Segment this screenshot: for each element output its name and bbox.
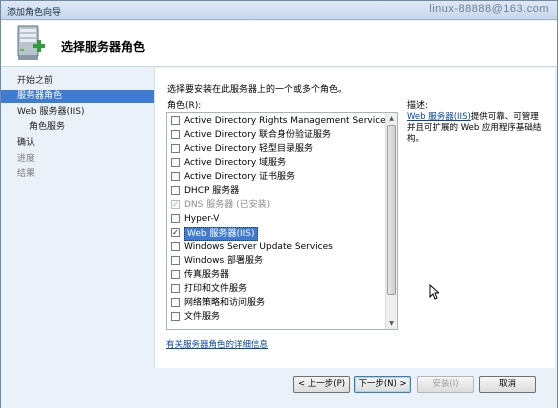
nav-step-server-roles[interactable]: 服务器角色: [1, 90, 154, 103]
role-label-selected: Web 服务器(IIS): [184, 227, 258, 241]
description-link[interactable]: Web 服务器(IIS): [407, 112, 471, 122]
role-checkbox[interactable]: [171, 186, 180, 195]
role-row-fax[interactable]: 传真服务器: [167, 268, 385, 282]
watermark-text: linux-88888@163.com: [429, 3, 549, 15]
nav-step-before-you-begin[interactable]: 开始之前: [1, 75, 154, 88]
role-row-ad-cs[interactable]: Active Directory 证书服务: [167, 170, 385, 184]
nav-step-web-server[interactable]: Web 服务器(IIS): [1, 106, 154, 119]
page-title: 选择服务器角色: [61, 40, 146, 54]
role-label: DNS 服务器 (已安装): [184, 200, 271, 210]
roles-scrollbar[interactable]: ▲ ▼: [385, 113, 397, 329]
main-content: 选择要安装在此服务器上的一个或多个角色。 角色(R): Active Direc…: [154, 68, 555, 368]
instruction-text: 选择要安装在此服务器上的一个或多个角色。: [167, 85, 348, 95]
role-row-dhcp[interactable]: DHCP 服务器: [167, 184, 385, 198]
role-row-ad-lds[interactable]: Active Directory 轻型目录服务: [167, 142, 385, 156]
role-checkbox[interactable]: [171, 130, 180, 139]
install-button[interactable]: 安装(I): [417, 376, 474, 393]
role-label: Active Directory Rights Management Servi…: [184, 116, 391, 126]
role-row-dns: ✓ DNS 服务器 (已安装): [167, 198, 385, 212]
role-label: Active Directory 轻型目录服务: [184, 144, 314, 154]
role-label: Hyper-V: [184, 214, 220, 224]
role-checkbox[interactable]: [171, 214, 180, 223]
next-button[interactable]: 下一步(N) >: [354, 376, 411, 393]
previous-button[interactable]: < 上一步(P): [293, 376, 350, 393]
role-label: Windows 部署服务: [184, 256, 264, 266]
nav-step-confirmation[interactable]: 确认: [1, 137, 154, 150]
nav-step-results: 结果: [17, 169, 36, 179]
role-checkbox[interactable]: [171, 172, 180, 181]
description-label: 描述:: [407, 101, 429, 111]
role-row-ad-rms[interactable]: Active Directory Rights Management Servi…: [167, 114, 390, 128]
role-checkbox[interactable]: [171, 312, 180, 321]
scroll-thumb[interactable]: [387, 125, 396, 295]
role-label: 文件服务: [184, 312, 221, 322]
role-label: 网络策略和访问服务: [184, 298, 266, 308]
title-bar[interactable]: 添加角色向导 linux-88888@163.com: [1, 1, 557, 20]
nav-step-progress: 进度: [17, 154, 36, 164]
role-checkbox[interactable]: [171, 158, 180, 167]
more-info-link[interactable]: 有关服务器角色的详细信息: [166, 338, 268, 350]
wizard-window: 添加角色向导 linux-88888@163.com 选择服务器角色 开始之前 …: [0, 0, 558, 408]
role-row-ad-fs[interactable]: Active Directory 联合身份验证服务: [167, 128, 385, 142]
wizard-steps-nav: 开始之前 服务器角色 Web 服务器(IIS) 角色服务 确认 进度 结果: [1, 68, 154, 368]
role-label: Active Directory 联合身份验证服务: [184, 130, 332, 140]
wizard-footer: < 上一步(P) 下一步(N) > 安装(I) 取消: [1, 368, 557, 408]
role-label: 传真服务器: [184, 270, 230, 280]
role-checkbox[interactable]: [171, 270, 180, 279]
role-row-wsus[interactable]: Windows Server Update Services: [167, 240, 385, 254]
roles-list[interactable]: Active Directory Rights Management Servi…: [166, 112, 398, 330]
role-checkbox[interactable]: [171, 256, 180, 265]
role-label: DHCP 服务器: [184, 186, 240, 196]
role-row-ad-ds[interactable]: Active Directory 域服务: [167, 156, 385, 170]
role-checkbox[interactable]: [171, 144, 180, 153]
role-row-hyper-v[interactable]: Hyper-V: [167, 212, 385, 226]
role-row-file-services[interactable]: 文件服务: [167, 310, 385, 324]
mouse-cursor-icon: [429, 284, 439, 300]
scroll-down-arrow-icon[interactable]: ▼: [386, 318, 397, 329]
role-label: Active Directory 域服务: [184, 158, 287, 168]
roles-label: 角色(R):: [167, 101, 202, 111]
window-title: 添加角色向导: [7, 8, 62, 18]
role-row-wds[interactable]: Windows 部署服务: [167, 254, 385, 268]
role-checkbox[interactable]: [171, 242, 180, 251]
role-checkbox[interactable]: [171, 298, 180, 307]
cancel-button[interactable]: 取消: [479, 376, 536, 393]
role-label: Active Directory 证书服务: [184, 172, 296, 182]
role-row-web-server[interactable]: ✓ Web 服务器(IIS): [167, 226, 385, 241]
role-row-nps[interactable]: 网络策略和访问服务: [167, 296, 385, 310]
description-text: Web 服务器(IIS)提供可靠、可管理并且可扩展的 Web 应用程序基础结构。: [407, 112, 547, 145]
nav-step-role-services[interactable]: 角色服务: [1, 121, 154, 134]
role-label: 打印和文件服务: [184, 284, 248, 294]
scroll-up-arrow-icon[interactable]: ▲: [386, 113, 397, 124]
server-add-icon: [17, 25, 45, 60]
role-checkbox-checked[interactable]: ✓: [171, 228, 180, 237]
role-row-print-file[interactable]: 打印和文件服务: [167, 282, 385, 296]
role-checkbox[interactable]: [171, 116, 180, 125]
role-checkbox-checked-disabled: ✓: [171, 200, 180, 209]
role-label: Windows Server Update Services: [184, 242, 333, 252]
wizard-header: 选择服务器角色: [1, 21, 557, 67]
role-checkbox[interactable]: [171, 284, 180, 293]
